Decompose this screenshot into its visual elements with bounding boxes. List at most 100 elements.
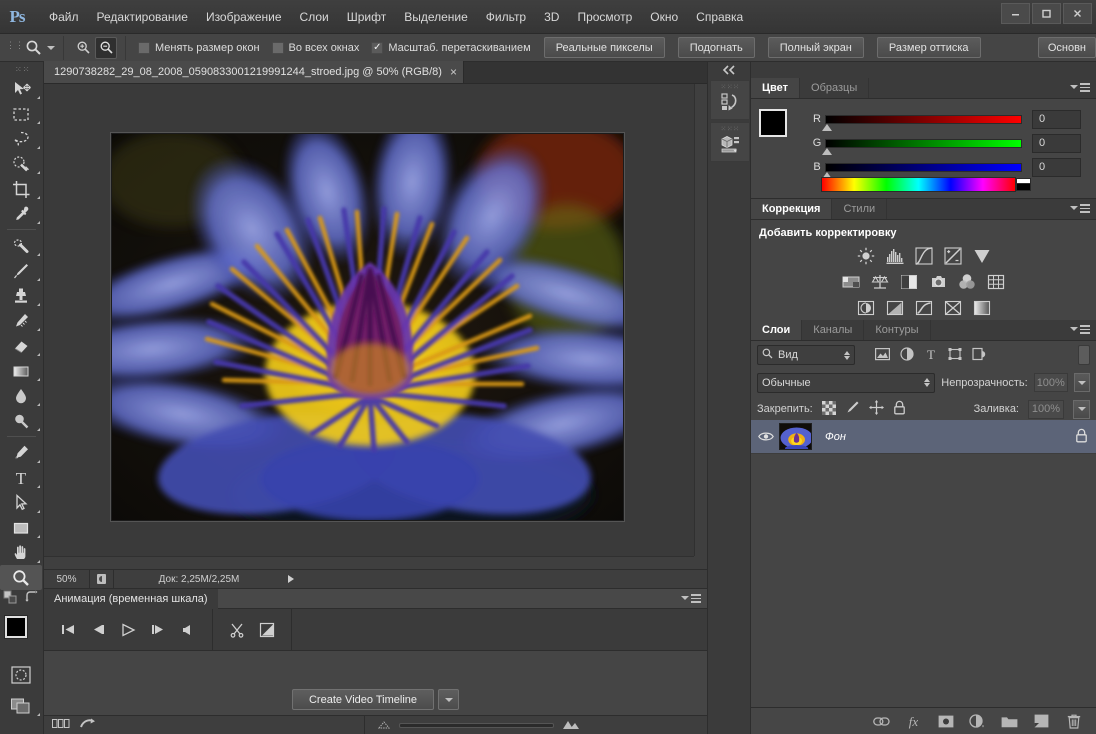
red-slider[interactable] xyxy=(822,114,1022,131)
workspace-switcher-button[interactable]: Основн xyxy=(1037,37,1096,58)
small-mountain-icon[interactable] xyxy=(377,719,391,732)
convert-to-frames-icon[interactable] xyxy=(80,718,96,733)
create-timeline-dropdown-button[interactable] xyxy=(438,689,460,710)
zoom-level[interactable]: 50% xyxy=(44,569,90,589)
gradient-tool[interactable] xyxy=(0,358,42,383)
levels-adjustment[interactable] xyxy=(884,245,906,267)
tab-adjustments[interactable]: Коррекция xyxy=(751,199,833,219)
large-mountain-icon[interactable] xyxy=(562,718,580,733)
panel-menu-icon[interactable] xyxy=(1070,325,1090,334)
next-frame-button[interactable] xyxy=(148,620,168,640)
path-selection-tool[interactable] xyxy=(0,490,42,515)
hue-saturation-adjustment[interactable] xyxy=(840,271,862,293)
timeline-zoom-slider[interactable] xyxy=(399,722,554,728)
menu-view[interactable]: Просмотр xyxy=(568,6,641,28)
audio-button[interactable] xyxy=(178,620,198,640)
red-slider-thumb[interactable] xyxy=(822,123,832,131)
layers-list[interactable]: Фон xyxy=(751,420,1096,706)
canvas-area[interactable] xyxy=(44,84,707,569)
menu-image[interactable]: Изображение xyxy=(197,6,291,28)
black-swatch[interactable] xyxy=(1016,183,1031,191)
canvas-vertical-scrollbar[interactable] xyxy=(694,84,707,556)
play-button[interactable] xyxy=(118,620,138,640)
exposure-adjustment[interactable] xyxy=(942,245,964,267)
tab-layers[interactable]: Слои xyxy=(751,320,803,340)
clone-stamp-tool[interactable] xyxy=(0,283,42,308)
delete-layer-button[interactable] xyxy=(1065,713,1082,730)
default-colors-icon[interactable] xyxy=(3,590,18,608)
foreground-color-swatch[interactable] xyxy=(5,616,27,638)
history-panel-icon[interactable]: ⁙⁙⁙ xyxy=(710,80,750,120)
opacity-dropdown-button[interactable] xyxy=(1073,373,1090,392)
lasso-tool[interactable] xyxy=(0,126,42,151)
go-to-first-frame-button[interactable] xyxy=(58,620,78,640)
screen-mode-button[interactable] xyxy=(0,693,42,718)
actual-pixels-button[interactable]: Реальные пикселы xyxy=(543,37,665,58)
close-icon[interactable]: × xyxy=(450,66,457,78)
tool-preset-picker[interactable] xyxy=(22,35,64,60)
layer-name[interactable]: Фон xyxy=(825,431,846,443)
tab-color[interactable]: Цвет xyxy=(751,78,801,98)
invert-adjustment[interactable] xyxy=(855,297,877,319)
green-slider[interactable] xyxy=(822,138,1022,155)
all-windows-checkbox[interactable]: Во всех окнах xyxy=(271,41,359,54)
blur-tool[interactable] xyxy=(0,383,42,408)
fill-screen-button[interactable]: Полный экран xyxy=(767,37,864,58)
filter-adjustment-icon[interactable] xyxy=(900,346,914,364)
layer-style-button[interactable]: fx xyxy=(905,713,922,730)
tab-channels[interactable]: Каналы xyxy=(802,320,865,340)
options-bar-grip[interactable]: ⋮⋮ xyxy=(6,41,24,55)
chevron-updown-icon[interactable] xyxy=(844,350,850,360)
black-white-adjustment[interactable] xyxy=(898,271,920,293)
checkbox-checked-icon[interactable]: ✓ xyxy=(371,41,384,54)
animation-timeline-body[interactable]: Create Video Timeline xyxy=(44,651,707,715)
filter-smart-object-icon[interactable] xyxy=(972,347,986,364)
minimize-button[interactable] xyxy=(1001,3,1030,24)
filter-type-icon[interactable]: T xyxy=(924,347,938,364)
blend-mode-select[interactable]: Обычные xyxy=(757,372,936,393)
quick-mask-button[interactable] xyxy=(0,662,42,687)
history-brush-tool[interactable] xyxy=(0,308,42,333)
healing-brush-tool[interactable] xyxy=(0,233,42,258)
menu-layers[interactable]: Слои xyxy=(291,6,338,28)
checkbox-unchecked-icon[interactable] xyxy=(271,41,284,54)
eye-icon[interactable] xyxy=(755,431,777,442)
previous-frame-button[interactable] xyxy=(88,620,108,640)
foreground-color-swatch[interactable] xyxy=(759,109,787,137)
red-value-field[interactable]: 0 xyxy=(1032,109,1081,129)
document-image[interactable] xyxy=(111,133,624,521)
pen-tool[interactable] xyxy=(0,440,42,465)
add-layer-mask-button[interactable] xyxy=(937,713,954,730)
create-video-timeline-button[interactable]: Create Video Timeline xyxy=(291,689,435,710)
quick-selection-tool[interactable] xyxy=(0,151,42,176)
fill-value[interactable]: 100% xyxy=(1028,399,1064,419)
zoom-in-button[interactable] xyxy=(72,37,94,59)
brightness-contrast-adjustment[interactable] xyxy=(855,245,877,267)
menu-help[interactable]: Справка xyxy=(687,6,752,28)
menu-select[interactable]: Выделение xyxy=(395,6,477,28)
threshold-adjustment[interactable] xyxy=(913,297,935,319)
dodge-tool[interactable] xyxy=(0,408,42,433)
new-group-button[interactable] xyxy=(1001,713,1018,730)
lock-icon[interactable] xyxy=(1075,428,1088,446)
panel-menu-icon[interactable] xyxy=(1070,83,1090,92)
type-tool[interactable]: T xyxy=(0,465,42,490)
brush-tool[interactable] xyxy=(0,258,42,283)
menu-edit[interactable]: Редактирование xyxy=(88,6,197,28)
color-spectrum-ramp[interactable] xyxy=(821,177,1031,192)
zoom-out-button[interactable] xyxy=(95,36,117,59)
blue-value-field[interactable]: 0 xyxy=(1032,157,1081,177)
move-tool[interactable] xyxy=(0,76,42,101)
lock-image-pixels-button[interactable] xyxy=(845,400,860,418)
lock-all-button[interactable] xyxy=(893,400,906,418)
shape-tool[interactable] xyxy=(0,515,42,540)
fill-dropdown-button[interactable] xyxy=(1073,399,1090,419)
menu-type[interactable]: Шрифт xyxy=(338,6,395,28)
lock-transparent-pixels-button[interactable] xyxy=(821,400,836,418)
toolbar-grip[interactable]: ⁙⁙ xyxy=(15,65,30,74)
maximize-button[interactable] xyxy=(1032,3,1061,24)
resize-windows-checkbox[interactable]: Менять размер окон xyxy=(138,41,260,54)
zoom-tool[interactable] xyxy=(0,565,42,590)
chevron-updown-icon[interactable] xyxy=(924,378,931,387)
print-size-button[interactable]: Размер оттиска xyxy=(876,37,981,58)
